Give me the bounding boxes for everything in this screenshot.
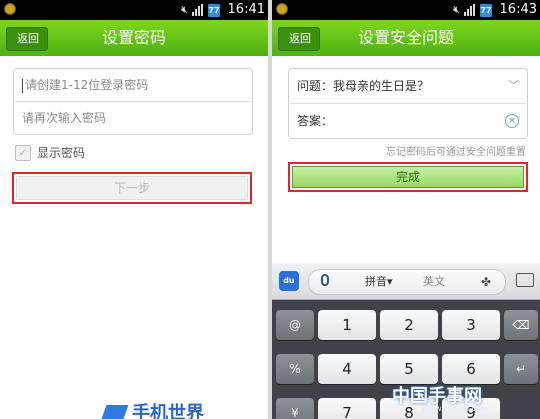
- mute-icon: 🔇︎: [453, 3, 460, 16]
- show-password-checkbox[interactable]: ✓: [15, 144, 31, 161]
- back-button[interactable]: 返回: [278, 27, 320, 51]
- next-button-highlight: 下一步: [12, 172, 252, 204]
- pinyin-label: 拼音: [365, 275, 387, 288]
- clear-icon[interactable]: ×: [505, 114, 519, 128]
- confirm-password-placeholder: 请再次输入密码: [22, 111, 107, 125]
- grid-icon[interactable]: ✤: [481, 276, 493, 288]
- status-icons: 🔇︎ 77: [181, 3, 220, 17]
- keyboard-toolbar: du 拼音▾ 英文 ✤: [272, 263, 540, 300]
- back-button[interactable]: 返回: [6, 27, 48, 51]
- key-7[interactable]: 7: [318, 398, 376, 419]
- watermark-url: www.zhishu.com: [422, 404, 489, 413]
- status-bar: 🔇︎ 77 16:41: [0, 0, 268, 20]
- done-button[interactable]: 完成: [292, 166, 524, 188]
- signal-icon: [464, 4, 476, 16]
- app-icon: [4, 3, 16, 15]
- key-4[interactable]: 4: [318, 354, 376, 384]
- watermark-shape: [101, 405, 129, 419]
- battery-icon: 77: [480, 3, 492, 17]
- pinyin-mode[interactable]: 拼音▾: [365, 270, 393, 294]
- keyboard-icon[interactable]: [516, 273, 534, 287]
- key-6[interactable]: 6: [442, 354, 500, 384]
- text-caret: [22, 78, 23, 93]
- show-password-label: 显示密码: [37, 146, 86, 160]
- answer-label: 答案：: [297, 114, 334, 128]
- set-security-question-screen: 🔇︎ 77 16:43 设置安全问题 返回 问题：我母亲的生日是？ ﹀ 答案： …: [272, 0, 540, 419]
- app-icon: [276, 3, 288, 15]
- keyboard-logo[interactable]: du: [279, 271, 299, 291]
- battery-icon: 77: [208, 3, 220, 17]
- confirm-password-field[interactable]: 请再次输入密码: [14, 101, 252, 134]
- chevron-down-icon[interactable]: ﹀: [508, 69, 519, 103]
- question-select[interactable]: 问题：我母亲的生日是？ ﹀: [289, 69, 527, 103]
- key-5[interactable]: 5: [380, 354, 438, 384]
- answer-field[interactable]: 答案： ×: [289, 103, 527, 138]
- status-time: 16:43: [499, 2, 537, 17]
- mute-icon: 🔇︎: [181, 3, 188, 16]
- backspace-key[interactable]: ⌫: [504, 310, 538, 340]
- password-field[interactable]: 请创建1-12位登录密码: [14, 69, 252, 101]
- password-form: 请创建1-12位登录密码 请再次输入密码: [13, 68, 253, 135]
- keyboard-tools: 拼音▾ 英文 ✤: [308, 269, 506, 295]
- set-password-screen: 🔇︎ 77 16:41 设置密码 返回 请创建1-12位登录密码 请再次输入密码…: [0, 0, 268, 419]
- mic-icon[interactable]: [321, 274, 329, 286]
- enter-key[interactable]: ↵: [504, 354, 538, 384]
- next-button[interactable]: 下一步: [16, 176, 248, 200]
- title-bar: 设置密码 返回: [0, 20, 268, 56]
- key-at[interactable]: @: [276, 310, 314, 340]
- watermark-logo: 手机世界: [101, 403, 204, 419]
- status-bar: 🔇︎ 77 16:43: [272, 0, 540, 20]
- key-3[interactable]: 3: [442, 310, 500, 340]
- show-password-row[interactable]: ✓ 显示密码: [15, 144, 85, 161]
- key-percent[interactable]: %: [276, 354, 314, 384]
- password-placeholder: 请创建1-12位登录密码: [25, 78, 149, 92]
- question-label: 问题：: [297, 79, 334, 93]
- signal-icon: [192, 4, 204, 16]
- status-icons: 🔇︎ 77: [453, 3, 492, 17]
- english-mode[interactable]: 英文: [423, 270, 445, 294]
- security-question-form: 问题：我母亲的生日是？ ﹀ 答案： ×: [288, 68, 528, 139]
- title-bar: 设置安全问题 返回: [272, 20, 540, 56]
- watermark-text: 手机世界: [132, 403, 204, 419]
- hint-text: 忘记密码后可通过安全问题重置: [386, 147, 526, 158]
- key-1[interactable]: 1: [318, 310, 376, 340]
- status-time: 16:41: [227, 2, 265, 17]
- done-button-highlight: 完成: [288, 162, 528, 192]
- key-yen[interactable]: ¥: [276, 398, 314, 419]
- question-value: 我母亲的生日是？: [333, 79, 430, 93]
- key-2[interactable]: 2: [380, 310, 438, 340]
